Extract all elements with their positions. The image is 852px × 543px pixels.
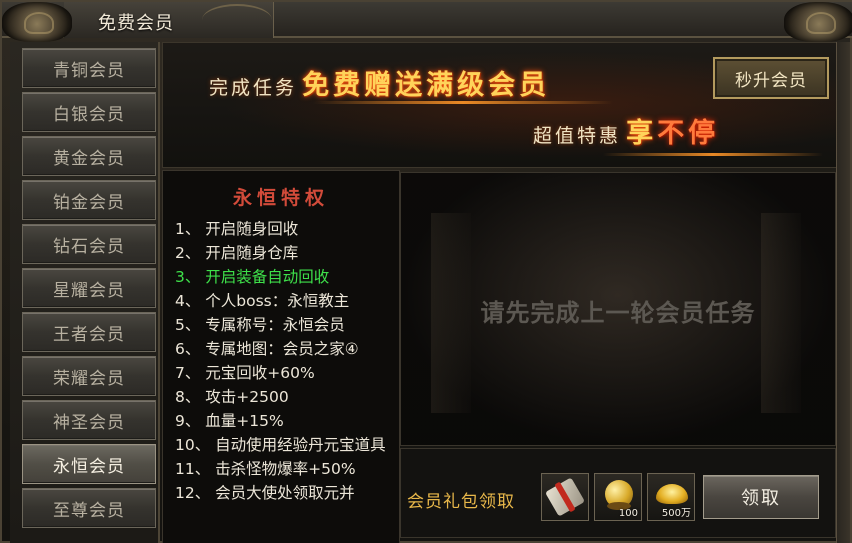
privilege-item: 11、 击杀怪物爆率+50%: [175, 460, 356, 478]
claim-button[interactable]: 领取: [703, 475, 819, 519]
window-title: 免费会员: [98, 13, 174, 34]
privileges-title: 永恒特权: [232, 187, 329, 209]
membership-window: 免费会员 青铜会员 白银会员 黄金会员 铂金会员 钻石会员 星耀会员 王者会员 …: [0, 0, 852, 543]
tier-tab-star[interactable]: 星耀会员: [22, 268, 156, 308]
title-flourish: [202, 4, 272, 36]
privileges-panel: 永恒特权 1、 开启随身回收 2、 开启随身仓库 3、 开启装备自动回收 4、 …: [162, 170, 400, 543]
scroll-icon: [545, 477, 585, 517]
instant-upgrade-button[interactable]: 秒升会员: [713, 57, 829, 99]
tier-tab-glory[interactable]: 荣耀会员: [22, 356, 156, 396]
privilege-item: 6、 专属地图：会员之家④: [175, 340, 359, 358]
reward-quantity: 100: [618, 508, 638, 519]
tier-tab-silver[interactable]: 白银会员: [22, 92, 156, 132]
promo-banner: 完成任务 免费赠送满级会员 超值特惠 享不停 秒升会员: [162, 42, 840, 168]
tier-tab-eternal[interactable]: 永恒会员: [22, 444, 156, 484]
preview-locked-message: 请先完成上一轮会员任务: [480, 299, 756, 327]
banner-line-2: 超值特惠 享不停: [533, 111, 719, 150]
reward-slot[interactable]: 100: [594, 473, 642, 521]
privilege-item: 10、 自动使用经验丹元宝道具: [175, 436, 386, 454]
tier-tab-king[interactable]: 王者会员: [22, 312, 156, 352]
gift-pack-row: 会员礼包领取 100 500万 领取: [400, 448, 836, 538]
reward-preview: 请先完成上一轮会员任务: [400, 172, 836, 446]
gift-pack-label: 会员礼包领取: [407, 492, 515, 512]
privilege-item: 9、 血量+15%: [175, 412, 284, 430]
tier-tab-bronze[interactable]: 青铜会员: [22, 48, 156, 88]
banner-line-1-prefix: 完成任务: [209, 77, 298, 99]
dragon-ornament-right-icon: [784, 2, 852, 42]
reward-slot[interactable]: [541, 473, 589, 521]
tier-tab-gold[interactable]: 黄金会员: [22, 136, 156, 176]
tier-tab-supreme[interactable]: 至尊会员: [22, 488, 156, 528]
privileges-list: 1、 开启随身回收 2、 开启随身仓库 3、 开启装备自动回收 4、 个人bos…: [175, 217, 393, 505]
reward-slot[interactable]: 500万: [647, 473, 695, 521]
gold-orb-icon: [605, 480, 633, 510]
privilege-item: 1、 开启随身回收: [175, 220, 299, 238]
privilege-item: 12、 会员大使处领取元并: [175, 484, 355, 502]
membership-tier-sidebar: 青铜会员 白银会员 黄金会员 铂金会员 钻石会员 星耀会员 王者会员 荣耀会员 …: [10, 42, 160, 543]
privilege-item: 2、 开启随身仓库: [175, 244, 299, 262]
privilege-item: 4、 个人boss：永恒教主: [175, 292, 350, 310]
banner-line-1-highlight: 免费赠送满级会员: [302, 70, 551, 101]
tier-tab-platinum[interactable]: 铂金会员: [22, 180, 156, 220]
reward-quantity: 500万: [661, 508, 691, 519]
tier-tab-divine[interactable]: 神圣会员: [22, 400, 156, 440]
privilege-item: 7、 元宝回收+60%: [175, 364, 315, 382]
gold-ingot-icon: [656, 484, 688, 504]
banner-line-2-highlight-b: 不停: [657, 118, 720, 149]
window-right-border: [836, 42, 850, 543]
dragon-ornament-left-icon: [2, 2, 72, 42]
privilege-item-highlighted: 3、 开启装备自动回收: [175, 268, 330, 286]
privilege-item: 8、 攻击+2500: [175, 388, 289, 406]
banner-line-2-highlight-a: 享: [626, 118, 658, 149]
banner-line-1: 完成任务 免费赠送满级会员: [209, 63, 550, 102]
privilege-item: 5、 专属称号：永恒会员: [175, 316, 345, 334]
banner-line-2-prefix: 超值特惠: [533, 125, 622, 147]
tier-tab-diamond[interactable]: 钻石会员: [22, 224, 156, 264]
title-bar: 免费会员: [2, 2, 852, 42]
banner-glow-streak: [603, 153, 823, 156]
